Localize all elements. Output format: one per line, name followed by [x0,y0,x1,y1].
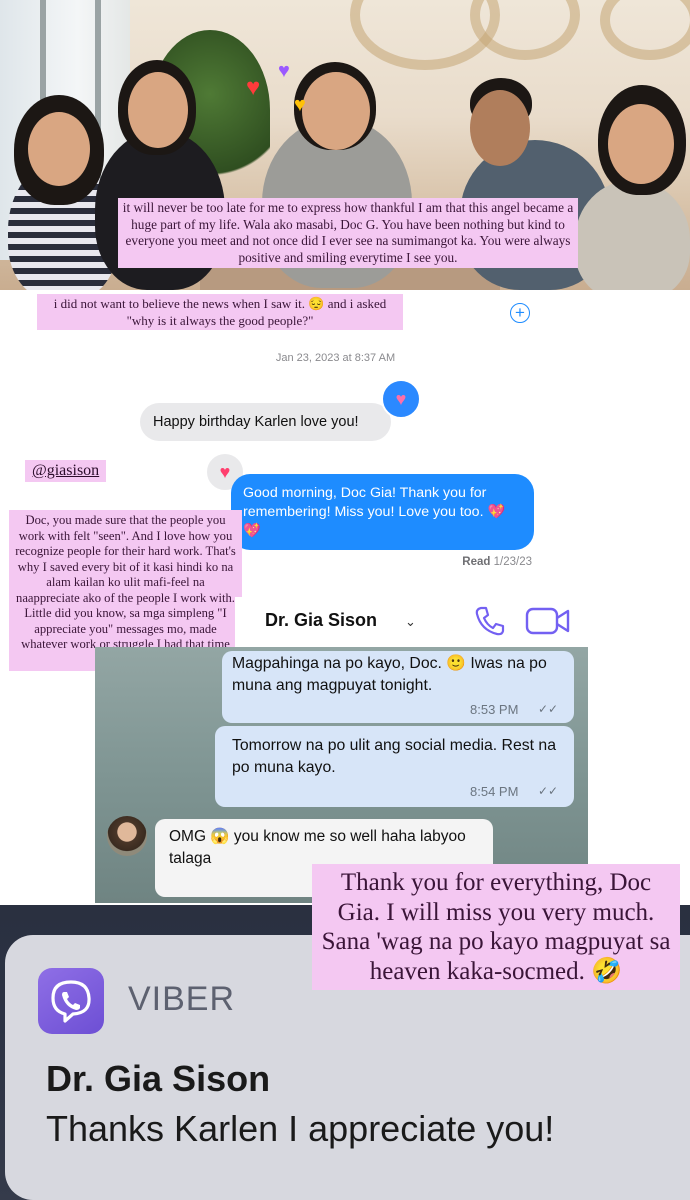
message-time: 8:54 PM [470,784,519,799]
mention-tag[interactable]: @giasison [25,460,107,482]
person-3-face [302,72,370,150]
wall-decoration [600,0,690,60]
sent-message-bubble[interactable]: Good morning, Doc Gia! Thank you for rem… [231,474,534,550]
yellow-heart-sticker-icon: ♥ [294,94,306,116]
phone-call-icon[interactable] [473,604,507,638]
outgoing-message-bubble[interactable]: Magpahinga na po kayo, Doc. 🙂 Iwas na po… [222,651,574,723]
avatar[interactable] [107,816,147,856]
wall-decoration [470,0,580,60]
received-message-bubble[interactable]: Happy birthday Karlen love you! [140,403,391,441]
person-4-face [470,90,530,166]
outgoing-message-bubble[interactable]: Tomorrow na po ulit ang social media. Re… [215,726,574,807]
person-5 [575,180,690,290]
person-5-face [608,104,674,184]
red-heart-sticker-icon: ♥ [246,74,261,101]
caption-news: i did not want to believe the news when … [37,294,403,330]
viber-app-icon [38,968,104,1034]
video-call-icon[interactable] [525,606,571,636]
caption-gratitude: it will never be too late for me to expr… [118,198,578,268]
read-receipt: Read 1/23/23 [420,556,532,568]
read-label: Read [462,556,491,568]
double-check-icon: ✓✓ [538,784,559,798]
message-time: 8:53 PM [470,702,519,717]
read-date: 1/23/23 [493,556,532,568]
contact-name[interactable]: Dr. Gia Sison [265,610,377,631]
add-icon[interactable]: + [510,303,530,323]
heart-tapback-icon: ♥ [381,379,421,419]
caption-farewell: Thank you for everything, Doc Gia. I wil… [312,864,680,990]
person-1-face [28,112,90,186]
notification-message: Thanks Karlen I appreciate you! [46,1108,555,1149]
double-check-icon: ✓✓ [538,702,559,716]
person-2-face [128,72,188,148]
purple-heart-sticker-icon: ♥ [278,60,290,82]
notification-title: Dr. Gia Sison [46,1058,271,1099]
message-date: Jan 23, 2023 at 8:37 AM [275,352,396,364]
chevron-down-icon[interactable]: ⌄ [405,614,416,630]
notification-app-name: VIBER [128,980,236,1018]
